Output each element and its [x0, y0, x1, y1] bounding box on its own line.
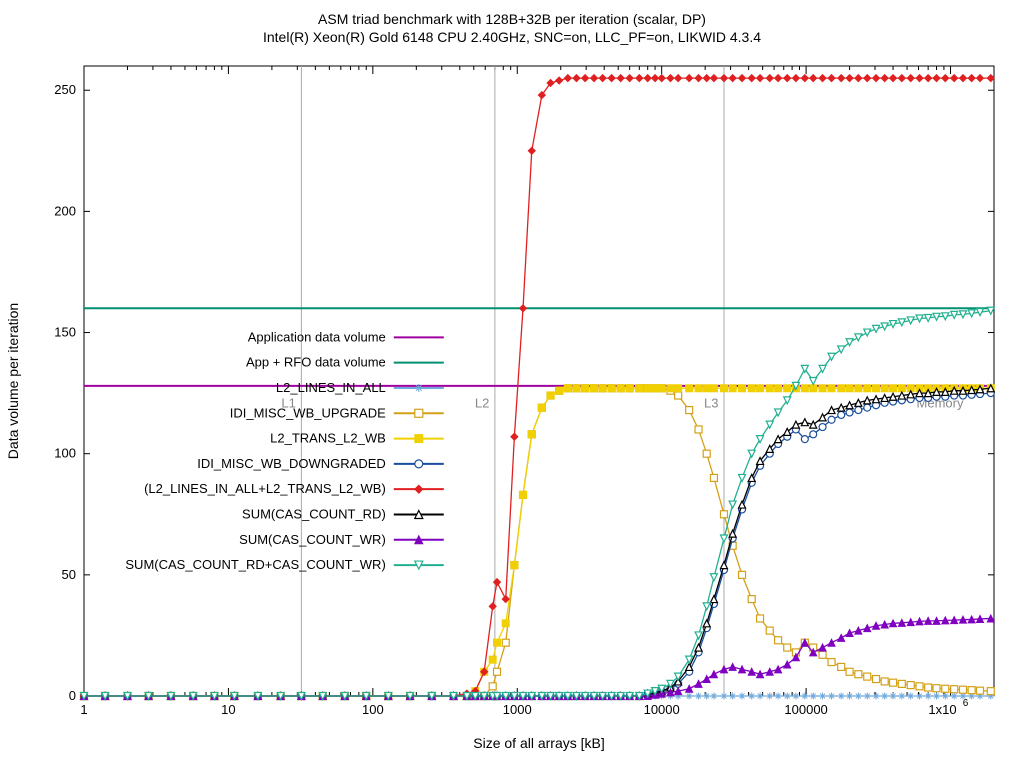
x-tick-label: 1 — [80, 702, 87, 717]
series-markers — [81, 390, 995, 700]
y-tick-label: 100 — [54, 446, 76, 461]
svg-text:6: 6 — [963, 698, 969, 709]
legend-label: IDI_MISC_WB_DOWNGRADED — [197, 456, 386, 471]
series-line — [84, 311, 991, 696]
series-markers — [81, 615, 995, 700]
x-tick-label: 10 — [221, 702, 235, 717]
legend-label: SUM(CAS_COUNT_WR) — [239, 532, 386, 547]
plot-frame — [84, 66, 994, 696]
y-tick-label: 50 — [62, 567, 76, 582]
x-tick-label: 1000 — [503, 702, 532, 717]
series-line — [84, 618, 991, 696]
y-axis-label: Data volume per iteration — [5, 303, 21, 459]
x-axis-label: Size of all arrays [kB] — [473, 735, 605, 751]
series-line — [84, 388, 991, 696]
series-markers — [81, 385, 995, 700]
y-tick-label: 250 — [54, 82, 76, 97]
legend-label: L2_LINES_IN_ALL — [276, 380, 386, 395]
legend-label: SUM(CAS_COUNT_RD+CAS_COUNT_WR) — [125, 557, 385, 572]
y-tick-label: 200 — [54, 203, 76, 218]
chart-title: ASM triad benchmark with 128B+32B per it… — [318, 11, 706, 27]
series-markers — [81, 385, 995, 700]
cache-label: L3 — [704, 396, 718, 411]
legend-label: L2_TRANS_L2_WB — [270, 431, 386, 446]
y-tick-label: 0 — [69, 688, 76, 703]
series-line — [84, 388, 991, 696]
y-tick-label: 150 — [54, 325, 76, 340]
benchmark-chart: ASM triad benchmark with 128B+32B per it… — [0, 0, 1024, 768]
svg-text:1x10: 1x10 — [928, 702, 956, 717]
legend-label: App + RFO data volume — [246, 355, 386, 370]
legend-label: (L2_LINES_IN_ALL+L2_TRANS_L2_WB) — [144, 481, 386, 496]
series-markers — [81, 307, 995, 699]
x-tick-label: 100000 — [784, 702, 827, 717]
x-tick-label: 100 — [362, 702, 384, 717]
legend: Application data volume App + RFO data vo… — [125, 329, 443, 572]
legend-label: IDI_MISC_WB_UPGRADE — [230, 405, 386, 420]
series-line — [84, 393, 991, 696]
series-markers — [81, 385, 995, 700]
cache-label: L2 — [475, 396, 489, 411]
x-tick-label: 1x10 6 — [928, 698, 968, 717]
x-tick-label: 10000 — [644, 702, 680, 717]
legend-label: Application data volume — [248, 329, 386, 344]
legend-label: SUM(CAS_COUNT_RD) — [242, 506, 386, 521]
chart-subtitle: Intel(R) Xeon(R) Gold 6148 CPU 2.40GHz, … — [263, 29, 761, 45]
series-line — [84, 388, 991, 696]
